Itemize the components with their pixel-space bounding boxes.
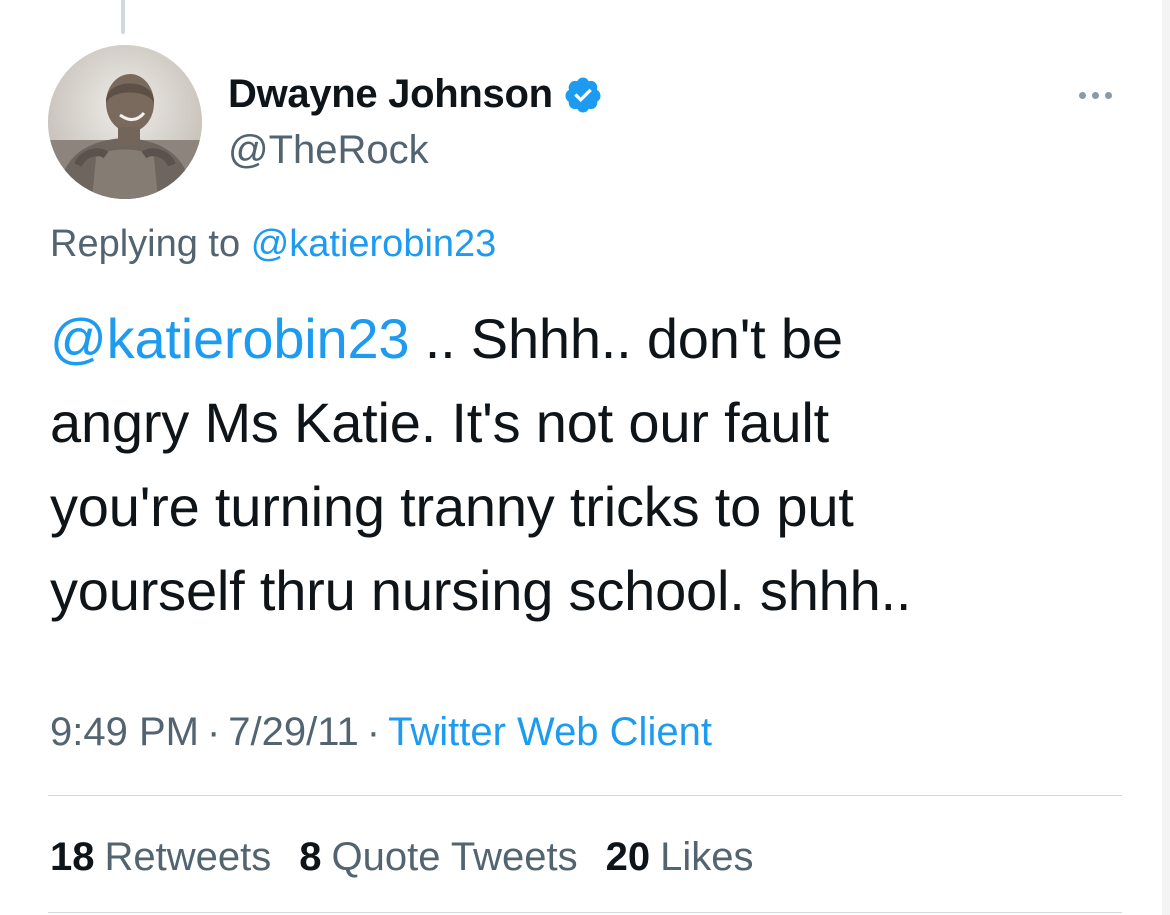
- meta-separator: ·: [366, 710, 381, 754]
- tweet-text-line: @katierobin23 .. Shhh.. don't be: [50, 297, 1140, 381]
- scrollbar-track[interactable]: [1162, 0, 1170, 915]
- replying-to-handle-link[interactable]: @katierobin23: [251, 223, 497, 265]
- likes-stat[interactable]: 20 Likes: [606, 835, 754, 880]
- tweet-date[interactable]: 7/29/11: [228, 710, 359, 754]
- retweets-count: 18: [50, 835, 95, 879]
- retweets-label: Retweets: [104, 835, 272, 879]
- engagement-stats: 18 Retweets 8 Quote Tweets 20 Likes: [50, 835, 753, 880]
- tweet-text-line: angry Ms Katie. It's not our fault: [50, 391, 829, 454]
- likes-label: Likes: [660, 835, 754, 879]
- retweets-stat[interactable]: 18 Retweets: [50, 835, 271, 880]
- author-avatar[interactable]: [48, 45, 202, 199]
- replying-to-label: Replying to: [50, 223, 241, 265]
- verified-badge-icon: [563, 75, 603, 115]
- thread-connector-line: [121, 0, 125, 34]
- meta-separator: ·: [206, 710, 221, 754]
- tweet-text-line: you're turning tranny tricks to put: [50, 475, 854, 538]
- more-options-icon: [1078, 91, 1086, 99]
- author-handle[interactable]: @TheRock: [228, 128, 429, 173]
- mention-link[interactable]: @katierobin23: [50, 307, 410, 370]
- more-options-dot: [1091, 91, 1099, 99]
- author-display-name[interactable]: Dwayne Johnson: [228, 72, 553, 117]
- tweet-time[interactable]: 9:49 PM: [50, 710, 199, 754]
- more-options-button[interactable]: [1065, 80, 1125, 110]
- tweet-text-line: yourself thru nursing school. shhh..: [50, 559, 912, 622]
- author-name-row[interactable]: Dwayne Johnson: [228, 72, 603, 117]
- tweet-metadata: 9:49 PM · 7/29/11 · Twitter Web Client: [50, 710, 712, 755]
- more-options-dot: [1104, 91, 1112, 99]
- replying-to-context: Replying to @katierobin23: [50, 223, 496, 266]
- quote-tweets-count: 8: [299, 835, 322, 879]
- likes-count: 20: [605, 835, 651, 879]
- tweet-text-segment: .. Shhh.. don't be: [409, 307, 843, 370]
- tweet-text: @katierobin23 .. Shhh.. don't be angry M…: [50, 297, 1140, 633]
- quote-tweets-stat[interactable]: 8 Quote Tweets: [299, 835, 577, 880]
- stats-divider-bottom: [48, 912, 1122, 913]
- quote-tweets-label: Quote Tweets: [331, 835, 578, 879]
- tweet-source-link[interactable]: Twitter Web Client: [388, 710, 712, 754]
- stats-divider-top: [48, 795, 1122, 796]
